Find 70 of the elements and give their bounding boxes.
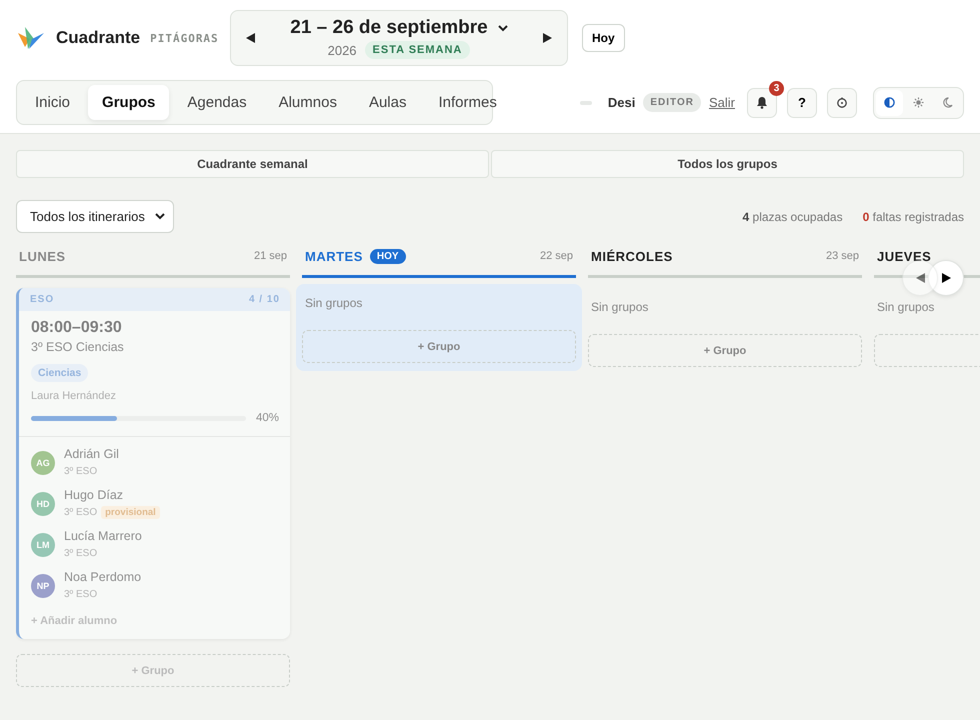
teacher-name: Laura Hernández xyxy=(31,390,118,402)
stat-text: 4 plazas ocupadas xyxy=(742,210,843,224)
day-date: 22 sep xyxy=(540,250,573,262)
group-category: ESO xyxy=(30,294,54,305)
previous-week-button[interactable] xyxy=(245,32,256,44)
student-avatar: LM xyxy=(31,533,55,557)
scroll-right-button[interactable] xyxy=(928,260,964,296)
previous-arrow-icon xyxy=(245,32,256,44)
user-name: Desi xyxy=(608,95,636,110)
day-name: MIÉRCOLES xyxy=(591,248,673,264)
student-name: Lucía Marrero xyxy=(64,529,142,543)
nav-tab[interactable]: Aulas xyxy=(354,85,420,120)
contrast-icon xyxy=(884,97,895,108)
logo-icon xyxy=(16,25,46,51)
theme-option[interactable] xyxy=(876,90,903,116)
settings-button[interactable] xyxy=(827,88,857,118)
student-course: 3º ESO xyxy=(64,507,98,518)
nav-tab[interactable]: Alumnos xyxy=(264,85,351,120)
nav-tab[interactable]: Informes xyxy=(424,85,511,120)
empty-message: Sin grupos xyxy=(305,296,364,310)
student-avatar: AG xyxy=(31,451,55,475)
group-capacity: 4 / 10 xyxy=(248,294,280,305)
student-name: Hugo Díaz xyxy=(64,488,124,502)
week-range: 21 – 26 de septiembre xyxy=(290,17,488,39)
empty-message: Sin grupos xyxy=(877,300,936,314)
day-date: 21 sep xyxy=(254,250,287,262)
today-button[interactable]: Hoy xyxy=(582,24,625,52)
student-avatar: NP xyxy=(31,574,55,598)
current-week-badge: ESTA SEMANA xyxy=(364,41,470,59)
group-title: 3º ESO Ciencias xyxy=(31,340,125,354)
moon-icon xyxy=(942,97,953,108)
stat-text: 0 faltas registradas xyxy=(862,210,964,224)
app-name: Cuadrante xyxy=(56,28,140,48)
sun-icon xyxy=(913,97,924,108)
week-year: 2026 xyxy=(328,42,357,58)
nav-tab[interactable]: Inicio xyxy=(21,85,84,120)
bell-icon xyxy=(756,96,768,109)
provisional-tag: provisional xyxy=(101,506,160,519)
student-avatar: HD xyxy=(31,492,55,516)
notification-count: 3 xyxy=(769,80,784,96)
next-arrow-icon xyxy=(542,32,553,44)
subject-tag: Ciencias xyxy=(31,364,88,382)
school-name: PITÁGORAS xyxy=(150,32,219,44)
day-name: JUEVES xyxy=(877,248,932,264)
logout-link[interactable]: Salir xyxy=(708,95,735,110)
student-course: 3º ESO xyxy=(64,466,98,477)
day-name: MARTES xyxy=(305,248,363,264)
student-name: Adrián Gil xyxy=(64,447,119,461)
view-tab[interactable]: Todos los grupos xyxy=(491,150,964,178)
help-button[interactable]: ? xyxy=(787,88,817,118)
student-course: 3º ESO xyxy=(64,548,98,559)
role-badge: EDITOR xyxy=(643,93,701,112)
occupancy-percent: 40% xyxy=(256,412,279,424)
student-course: 3º ESO xyxy=(64,589,98,600)
group-time: 08:00–09:30 xyxy=(31,319,123,337)
next-week-button[interactable] xyxy=(542,32,553,44)
view-tab[interactable]: Cuadrante semanal xyxy=(16,150,489,178)
empty-message: Sin grupos xyxy=(591,300,650,314)
day-date: 23 sep xyxy=(826,250,859,262)
dropdown-chevron-icon xyxy=(498,24,508,32)
today-badge: HOY xyxy=(370,248,406,264)
day-name: LUNES xyxy=(19,248,66,264)
previous-arrow-icon xyxy=(914,272,926,284)
nav-tab[interactable]: Agendas xyxy=(173,85,261,120)
student-name: Noa Perdomo xyxy=(64,570,142,584)
settings-icon xyxy=(836,96,848,108)
next-arrow-icon xyxy=(940,272,952,284)
itinerary-select[interactable]: Todos los itinerarios xyxy=(16,200,174,233)
chevron-icon xyxy=(155,213,165,220)
nav-tab[interactable]: Grupos xyxy=(88,85,170,120)
